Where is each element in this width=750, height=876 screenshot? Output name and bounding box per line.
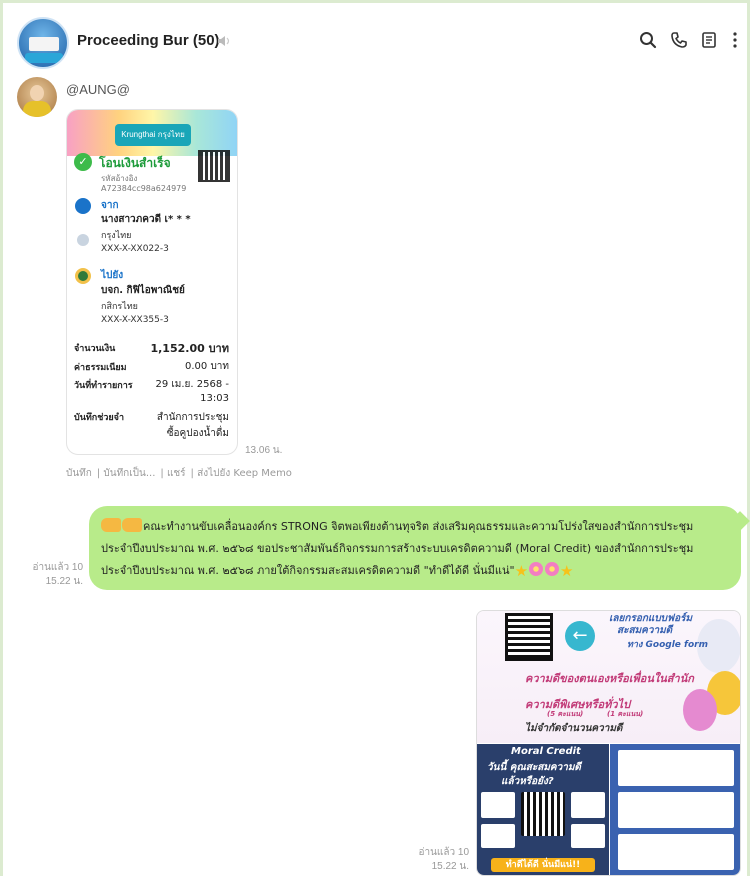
arrow-left-icon: ←	[565, 621, 595, 651]
to-label: ไปยัง	[101, 270, 124, 281]
more-icon[interactable]	[726, 31, 744, 49]
sender-name: @AUNG@	[66, 82, 130, 97]
date-label: วันที่ทำรายการ	[74, 381, 133, 391]
keep-memo-action[interactable]: ส่งไปยัง Keep Memo	[197, 468, 292, 479]
memo-value-2: ซื้อคูปองน้ำดื่ม	[166, 428, 229, 439]
image-message-time: 15.22 น.	[431, 861, 469, 872]
star-icon: ★	[560, 562, 574, 580]
from-account: XXX-X-XX022-3	[101, 244, 169, 254]
bank-logo: Krungthai กรุงไทย	[115, 124, 191, 146]
text-message-bubble[interactable]: คณะทำงานขับเคลื่อนองค์กร STRONG จิตพอเพี…	[89, 506, 750, 590]
notes-icon[interactable]	[700, 31, 718, 49]
connector-dot	[77, 234, 89, 246]
phone-icon[interactable]	[670, 31, 688, 49]
to-bank: กสิกรไทย	[101, 302, 138, 312]
member-count: (50)	[192, 32, 220, 49]
message-line-1: คณะทำงานขับเคลื่อนองค์กร STRONG จิตพอเพี…	[101, 516, 737, 538]
pointing-hand-icon	[101, 518, 121, 532]
left-message-time: 13.06 น.	[245, 445, 283, 456]
chat-title[interactable]: Proceeding Bur (50)	[77, 32, 220, 49]
memo-label: บันทึกช่วยจำ	[74, 413, 125, 423]
pointing-hand-icon	[122, 518, 142, 532]
chat-window: Proceeding Bur (50) @AUNG@ Krungthai กรุ…	[0, 0, 750, 876]
flower-icon	[545, 562, 560, 576]
memo-value-1: สำนักการประชุม	[156, 412, 229, 423]
fee-value: 0.00 บาท	[185, 361, 229, 372]
poster-bottom-left: Moral Credit วันนี้ คุณสะสมความดี แล้วหร…	[477, 744, 609, 875]
poster-image[interactable]: ← เลยกรอกแบบฟอร์ม สะสมความดี ทาง Google …	[476, 610, 741, 876]
transfer-slip-image[interactable]: Krungthai กรุงไทย ✓ โอนเงินสำเร็จ รหัสอ้…	[66, 109, 238, 455]
amount-label: จำนวนเงิน	[74, 344, 116, 354]
from-bank-icon	[75, 198, 91, 214]
message-line-2: ประจำปีงบประมาณ พ.ศ. ๒๕๖๘ ขอประชาสัมพันธ…	[101, 542, 694, 555]
ref-value: A72384cc98a624979	[101, 184, 187, 193]
right-message-time: 15.22 น.	[45, 576, 83, 587]
save-action[interactable]: บันทึก	[66, 468, 92, 479]
chat-header: Proceeding Bur (50)	[3, 3, 747, 75]
image-actions: บันทึก | บันทึกเป็น... | แชร์ | ส่งไปยัง Ke…	[66, 468, 292, 479]
mute-icon	[218, 36, 230, 46]
from-bank: กรุงไทย	[101, 231, 132, 241]
to-bank-icon	[75, 268, 91, 284]
from-name: นางสาวภควดี เ* * *	[101, 214, 191, 225]
search-icon[interactable]	[639, 31, 657, 49]
poster-top-panel: ← เลยกรอกแบบฟอร์ม สะสมความดี ทาง Google …	[477, 611, 740, 743]
amount-value: 1,152.00 บาท	[150, 342, 229, 355]
time-value: 13:03	[200, 393, 229, 404]
group-avatar[interactable]	[17, 17, 69, 69]
qr-code	[198, 150, 230, 182]
check-icon: ✓	[74, 153, 92, 171]
star-icon: ★	[514, 562, 529, 580]
slip-status: โอนเงินสำเร็จ	[99, 156, 171, 170]
from-label: จาก	[101, 200, 119, 211]
flower-icon	[529, 562, 544, 576]
poster-bottom-right	[610, 744, 740, 875]
to-account: XXX-X-XX355-3	[101, 315, 169, 325]
image-message-read: อ่านแล้ว 10	[418, 847, 469, 858]
to-name: บจก. กิฟิไอพาณิชย์	[101, 285, 185, 296]
message-line-3: ประจำปีงบประมาณ พ.ศ. ๒๕๖๘ ภายใต้กิจกรรมส…	[101, 562, 574, 580]
group-name: Proceeding Bur	[77, 32, 189, 49]
right-message-read: อ่านแล้ว 10	[32, 562, 83, 573]
fee-label: ค่าธรรมเนียม	[74, 363, 127, 373]
sender-avatar[interactable]	[17, 77, 57, 117]
date-value: 29 เม.ย. 2568 -	[155, 379, 229, 390]
save-as-action[interactable]: บันทึกเป็น...	[103, 468, 155, 479]
poster-qr-code	[505, 613, 553, 661]
share-action[interactable]: แชร์	[167, 468, 186, 479]
